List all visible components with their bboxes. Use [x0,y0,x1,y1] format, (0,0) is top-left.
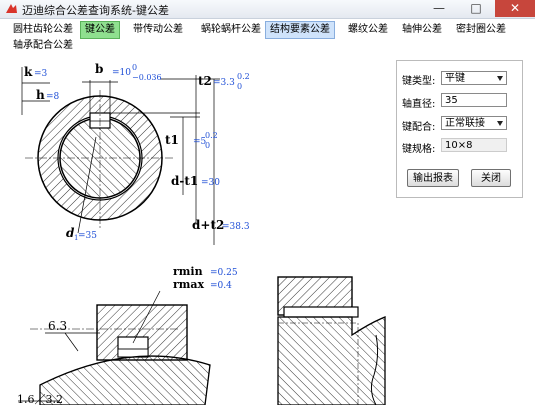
key-spec-field: 10×8 [441,138,507,152]
key-drawing: k =3 h =8 b =10 0 −0.036 t2 =3.3 0.2 0 t… [17,62,386,405]
d-t2-value: =38.3 [222,222,250,232]
t2-tol-upper: 0.2 [237,72,250,81]
close-button[interactable]: 关闭 [471,169,511,187]
chevron-down-icon [497,121,503,126]
b-value: =10 [112,68,131,78]
shaft-diameter-input[interactable]: 35 [441,93,507,107]
export-report-button[interactable]: 输出报表 [407,169,459,187]
window-title: 迈迪综合公差查询系统-键公差 [22,4,169,17]
key-type-value: 平键 [445,73,465,84]
b-label: b [95,62,103,76]
b-tol-lower: −0.036 [132,73,162,82]
tab-thread[interactable]: 螺纹公差 [343,21,393,39]
t1-label: t1 [165,133,179,147]
k-value: =3 [34,69,48,79]
rmax-label: rmax [173,278,205,291]
tab-key[interactable]: 键公差 [80,21,120,39]
chevron-down-icon [497,76,503,81]
key-fit-label: 键配合: [402,122,436,133]
tab-bar: 圆柱齿轮公差 键公差 带传动公差 蜗轮蜗杆公差 结构要素公差 螺纹公差 轴伸公差… [0,19,535,53]
minimize-button[interactable]: — [420,0,458,17]
key-fit-select[interactable]: 正常联接 [441,116,507,130]
h-value: =8 [46,92,60,102]
app-logo-icon [6,4,17,13]
hub-cross-section [25,90,175,230]
key-fit-value: 正常联接 [445,118,485,129]
key-parameter-panel: 键类型: 平键 轴直径: 35 键配合: 正常联接 键规格: 10×8 输出报表… [396,60,523,198]
close-window-button[interactable]: ✕ [495,0,535,17]
hub-longitudinal-section [277,276,386,405]
key-type-label: 键类型: [402,76,436,87]
shaft-diameter-label: 轴直径: [402,99,436,110]
t2-tol-lower: 0 [237,82,242,91]
rmin-value: =0.25 [210,268,238,278]
t2-label: t2 [198,74,212,88]
key-type-select[interactable]: 平键 [441,71,507,85]
tab-structural-elements[interactable]: 结构要素公差 [265,21,335,39]
d-t1-value: =30 [201,178,220,188]
tab-worm-gear[interactable]: 蜗轮蜗杆公差 [196,21,266,39]
title-bar: 迈迪综合公差查询系统-键公差 — □ ✕ [0,0,535,19]
tab-bearing-fit[interactable]: 轴承配合公差 [8,37,78,55]
key-spec-label: 键规格: [402,144,436,155]
t1-tol-lower: 0 [205,141,210,150]
d-t1-label: d-t1 [171,174,198,188]
tab-belt-drive[interactable]: 带传动公差 [128,21,188,39]
b-tol-upper: 0 [132,63,137,72]
k-label: k [24,65,33,79]
key-side-view: 6.3 1.6／3.2 [17,290,211,405]
d-t2-label: d+t2 [192,218,224,232]
roughness-label-2: 1.6／3.2 [17,393,63,405]
t2-value: =3.3 [213,78,235,88]
maximize-button[interactable]: □ [457,0,495,17]
t1-tol-upper: 0.2 [205,131,218,140]
tab-seal-ring[interactable]: 密封圈公差 [451,21,511,39]
d1-value: =35 [78,231,97,241]
rmax-value: =0.4 [210,281,232,291]
tab-shaft-extension[interactable]: 轴伸公差 [397,21,447,39]
roughness-label-1: 6.3 [48,319,67,333]
h-label: h [36,88,45,102]
rmin-label: rmin [173,265,203,278]
